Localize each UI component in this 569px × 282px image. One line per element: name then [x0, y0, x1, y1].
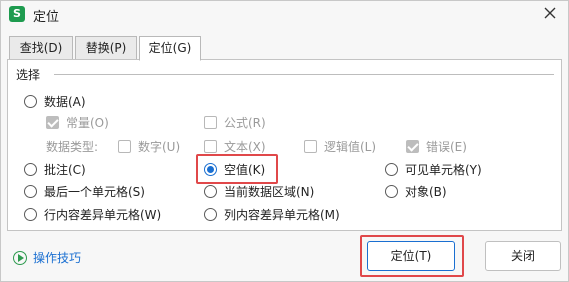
radio-circle [385, 162, 398, 176]
tab-find[interactable]: 查找(D) [9, 36, 73, 60]
checkbox-box [46, 115, 59, 129]
app-logo-icon: S [9, 6, 25, 22]
checkbox-error-label: 错误(E) [426, 139, 467, 154]
checkbox-box [204, 139, 217, 153]
radio-current-region[interactable]: 当前数据区域(N) [204, 182, 314, 200]
radio-comments-label: 批注(C) [44, 162, 86, 177]
checkbox-text-label: 文本(X) [224, 139, 266, 154]
checkbox-formulas[interactable]: 公式(R) [204, 113, 266, 131]
radio-data-label: 数据(A) [44, 94, 86, 109]
close-icon[interactable] [542, 5, 558, 21]
checkbox-number-label: 数字(U) [138, 139, 181, 154]
go-to-dialog: S 定位 查找(D) 替换(P) 定位(G) 选择 数据(A) 常量(O) 公式… [0, 0, 569, 282]
checkbox-formulas-label: 公式(R) [224, 115, 266, 130]
checkbox-box [304, 139, 317, 153]
radio-circle [385, 184, 398, 198]
radio-visible-cells-label: 可见单元格(Y) [405, 162, 482, 177]
data-type-label: 数据类型: [46, 140, 99, 154]
checkbox-constants-label: 常量(O) [66, 115, 109, 130]
title-bar: S 定位 [1, 1, 568, 27]
radio-column-differences-label: 列内容差异单元格(M) [224, 207, 340, 222]
radio-visible-cells[interactable]: 可见单元格(Y) [385, 160, 482, 178]
go-to-button[interactable]: 定位(T) [367, 241, 455, 271]
radio-circle-selected [204, 162, 217, 176]
radio-row-differences[interactable]: 行内容差异单元格(W) [24, 205, 161, 223]
radio-circle [24, 162, 37, 176]
close-button[interactable]: 关闭 [485, 241, 561, 271]
checkbox-logical[interactable]: 逻辑值(L) [304, 137, 376, 155]
dialog-title: 定位 [33, 10, 60, 25]
radio-objects[interactable]: 对象(B) [385, 182, 447, 200]
checkbox-box [204, 115, 217, 129]
radio-current-region-label: 当前数据区域(N) [224, 184, 315, 199]
options-panel: 选择 数据(A) 常量(O) 公式(R) 数据类型: 数字(U) 文本(X) 逻 [7, 59, 562, 231]
radio-data[interactable]: 数据(A) [24, 92, 86, 110]
checkbox-box [118, 139, 131, 153]
radio-last-cell-label: 最后一个单元格(S) [44, 184, 145, 199]
play-circle-icon [13, 250, 27, 265]
radio-column-differences[interactable]: 列内容差异单元格(M) [204, 205, 340, 223]
radio-objects-label: 对象(B) [405, 184, 447, 199]
checkbox-number[interactable]: 数字(U) [118, 137, 180, 155]
radio-last-cell[interactable]: 最后一个单元格(S) [24, 182, 145, 200]
radio-blanks[interactable]: 空值(K) [204, 160, 265, 178]
radio-circle [204, 207, 217, 221]
checkbox-constants[interactable]: 常量(O) [46, 113, 109, 131]
radio-row-differences-label: 行内容差异单元格(W) [44, 207, 162, 222]
checkbox-text[interactable]: 文本(X) [204, 137, 266, 155]
tips-label: 操作技巧 [33, 251, 82, 265]
checkbox-box [406, 139, 419, 153]
radio-circle [24, 94, 37, 108]
radio-circle [204, 184, 217, 198]
radio-comments[interactable]: 批注(C) [24, 160, 86, 178]
section-label: 选择 [16, 68, 41, 82]
tips-link[interactable]: 操作技巧 [13, 249, 81, 266]
radio-blanks-label: 空值(K) [224, 162, 266, 177]
radio-circle [24, 184, 37, 198]
tab-goto[interactable]: 定位(G) [139, 36, 201, 61]
tab-replace[interactable]: 替换(P) [75, 36, 137, 60]
checkbox-logical-label: 逻辑值(L) [324, 139, 377, 154]
radio-circle [24, 207, 37, 221]
section-divider [54, 74, 554, 75]
checkbox-error[interactable]: 错误(E) [406, 137, 467, 155]
